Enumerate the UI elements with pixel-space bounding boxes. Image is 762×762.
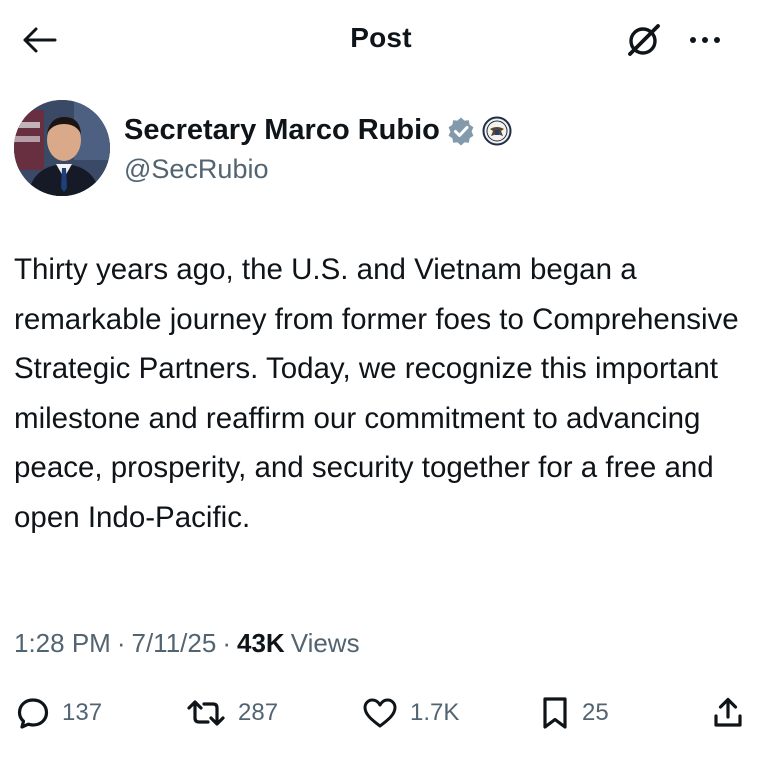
grok-icon — [628, 24, 660, 56]
grok-button[interactable] — [622, 18, 666, 62]
author-handle[interactable]: @SecRubio — [124, 154, 268, 185]
avatar[interactable] — [14, 100, 110, 196]
action-bar: 137 287 1.7K 25 — [0, 688, 762, 738]
views-label[interactable]: Views — [291, 628, 360, 659]
bookmark-count: 25 — [582, 699, 609, 726]
views-count[interactable]: 43K — [237, 628, 285, 659]
like-icon — [363, 698, 397, 728]
reply-button[interactable]: 137 — [16, 688, 102, 738]
like-button[interactable]: 1.7K — [362, 688, 459, 738]
post-meta: 1:28 PM · 7/11/25 · 43K Views — [14, 628, 360, 659]
bookmark-button[interactable]: 25 — [540, 688, 609, 738]
more-horizontal-icon — [690, 37, 696, 43]
avatar-portrait — [14, 100, 110, 196]
repost-button[interactable]: 287 — [186, 688, 278, 738]
post-time[interactable]: 1:28 PM — [14, 628, 111, 659]
reply-icon — [17, 698, 49, 729]
meta-separator: · — [116, 628, 126, 658]
share-icon — [714, 697, 742, 727]
post-header: Post — [0, 0, 762, 80]
gray-verified-checkmark-icon — [448, 117, 474, 145]
share-button[interactable] — [712, 688, 744, 738]
display-name-row: Secretary Marco Rubio — [124, 114, 512, 147]
post-date[interactable]: 7/11/25 — [132, 628, 217, 659]
display-name[interactable]: Secretary Marco Rubio — [124, 114, 440, 147]
more-options-button[interactable] — [680, 22, 730, 58]
repost-count: 287 — [238, 699, 279, 726]
post-text: Thirty years ago, the U.S. and Vietnam b… — [14, 253, 739, 534]
bookmark-icon — [543, 697, 567, 729]
meta-separator: · — [222, 628, 231, 658]
repost-icon — [187, 700, 225, 726]
reply-count: 137 — [62, 699, 103, 726]
author-block: Secretary Marco Rubio @SecRubio — [14, 100, 754, 200]
like-count: 1.7K — [410, 699, 460, 726]
us-state-department-seal-icon — [482, 116, 512, 145]
